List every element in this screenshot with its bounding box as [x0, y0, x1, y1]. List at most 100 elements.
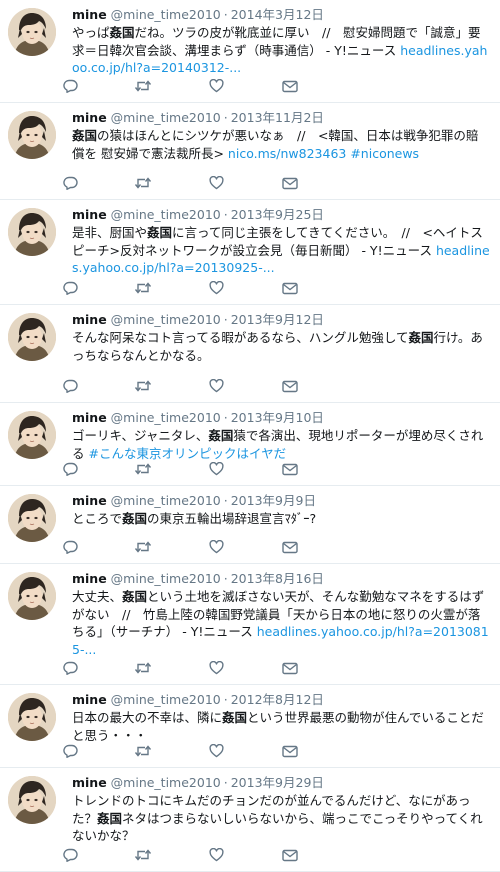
tweet[interactable]: mine @mine_time2010 · 2013年9月9日 ところで姦国の東京五輪…	[0, 486, 500, 564]
display-name[interactable]: mine	[72, 7, 107, 22]
reply-button[interactable]	[60, 539, 80, 555]
direct-message-button[interactable]	[280, 461, 300, 477]
reply-button[interactable]	[60, 78, 80, 94]
display-name[interactable]: mine	[72, 571, 107, 586]
tweet[interactable]: mine @mine_time2010 · 2013年9月12日 そんな阿呆なコト言っ…	[0, 305, 500, 403]
like-button[interactable]	[207, 660, 227, 676]
avatar[interactable]	[8, 693, 56, 741]
tweet[interactable]: mine @mine_time2010 · 2013年8月16日 大丈夫、姦国という土…	[0, 564, 500, 685]
reply-button[interactable]	[60, 461, 80, 477]
highlighted-keyword: 姦国	[109, 25, 135, 40]
direct-message-button[interactable]	[280, 539, 300, 555]
direct-message-button[interactable]	[280, 660, 300, 676]
reply-button[interactable]	[60, 847, 80, 863]
tweet-date[interactable]: 2013年9月12日	[231, 312, 324, 327]
like-button[interactable]	[207, 280, 227, 296]
like-button[interactable]	[207, 175, 227, 191]
tweet-date[interactable]: 2014年3月12日	[231, 7, 324, 22]
heart-icon	[209, 379, 224, 393]
reply-button[interactable]	[60, 660, 80, 676]
retweet-button[interactable]	[133, 847, 153, 863]
tweet-link[interactable]: #こんな東京オリンピックはイヤだ	[88, 446, 286, 461]
tweet-text: そんな阿呆なコト言ってる暇があるなら、ハングル勉強して姦国行け。あっちならなんと…	[72, 329, 490, 364]
avatar[interactable]	[8, 411, 56, 459]
tweet-text-segment: ところで	[72, 511, 123, 526]
tweet-date[interactable]: 2013年9月25日	[231, 207, 324, 222]
user-handle[interactable]: @mine_time2010	[111, 571, 221, 586]
retweet-button[interactable]	[133, 461, 153, 477]
like-button[interactable]	[207, 461, 227, 477]
retweet-button[interactable]	[133, 743, 153, 759]
reply-button[interactable]	[60, 743, 80, 759]
avatar[interactable]	[8, 494, 56, 542]
retweet-button[interactable]	[133, 280, 153, 296]
avatar[interactable]	[8, 776, 56, 824]
avatar[interactable]	[8, 572, 56, 620]
user-handle[interactable]: @mine_time2010	[111, 110, 221, 125]
reply-icon	[62, 744, 78, 758]
display-name[interactable]: mine	[72, 692, 107, 707]
direct-message-button[interactable]	[280, 78, 300, 94]
reply-button[interactable]	[60, 175, 80, 191]
tweet[interactable]: mine @mine_time2010 · 2013年11月2日 姦国の猿はほんとにシ…	[0, 103, 500, 200]
avatar[interactable]	[8, 313, 56, 361]
direct-message-button[interactable]	[280, 280, 300, 296]
reply-button[interactable]	[60, 378, 80, 394]
tweet-text: 姦国の猿はほんとにシツケが悪いなぁ // <韓国、日本は戦争犯罪の賠償を 慰安婦…	[72, 127, 490, 162]
retweet-button[interactable]	[133, 539, 153, 555]
direct-message-button[interactable]	[280, 743, 300, 759]
tweet[interactable]: mine @mine_time2010 · 2012年8月12日 日本の最大の不幸は、…	[0, 685, 500, 768]
tweet[interactable]: mine @mine_time2010 · 2013年9月29日 トレンドのトコにキム…	[0, 768, 500, 872]
heart-icon	[209, 744, 224, 758]
user-handle[interactable]: @mine_time2010	[111, 775, 221, 790]
retweet-button[interactable]	[133, 378, 153, 394]
user-handle[interactable]: @mine_time2010	[111, 312, 221, 327]
separator-dot: ·	[223, 312, 228, 327]
display-name[interactable]: mine	[72, 312, 107, 327]
direct-message-button[interactable]	[280, 847, 300, 863]
avatar[interactable]	[8, 111, 56, 159]
tweet-date[interactable]: 2013年9月29日	[231, 775, 324, 790]
user-handle[interactable]: @mine_time2010	[111, 410, 221, 425]
direct-message-button[interactable]	[280, 378, 300, 394]
tweet-header: mine @mine_time2010 · 2013年9月10日	[72, 409, 490, 427]
avatar[interactable]	[8, 8, 56, 56]
user-handle[interactable]: @mine_time2010	[111, 7, 221, 22]
like-button[interactable]	[207, 847, 227, 863]
direct-message-button[interactable]	[280, 175, 300, 191]
display-name[interactable]: mine	[72, 410, 107, 425]
tweet[interactable]: mine @mine_time2010 · 2013年9月25日 是非、厨国や姦国に言…	[0, 200, 500, 305]
tweet-header: mine @mine_time2010 · 2013年9月12日	[72, 311, 490, 329]
tweet-date[interactable]: 2013年9月10日	[231, 410, 324, 425]
tweet[interactable]: mine @mine_time2010 · 2013年9月10日 ゴーリキ、ジャニタレ…	[0, 403, 500, 486]
tweet[interactable]: mine @mine_time2010 · 2014年3月12日 やっぱ姦国だね。ツラ…	[0, 0, 500, 103]
display-name[interactable]: mine	[72, 775, 107, 790]
avatar[interactable]	[8, 208, 56, 256]
tweet-date[interactable]: 2012年8月12日	[231, 692, 324, 707]
reply-button[interactable]	[60, 280, 80, 296]
retweet-icon	[134, 176, 152, 190]
tweet-date[interactable]: 2013年8月16日	[231, 571, 324, 586]
user-handle[interactable]: @mine_time2010	[111, 207, 221, 222]
display-name[interactable]: mine	[72, 110, 107, 125]
retweet-button[interactable]	[133, 78, 153, 94]
user-handle[interactable]: @mine_time2010	[111, 692, 221, 707]
like-button[interactable]	[207, 78, 227, 94]
like-button[interactable]	[207, 743, 227, 759]
tweet-link[interactable]: nico.ms/nw823463 #niconews	[228, 146, 419, 161]
retweet-button[interactable]	[133, 175, 153, 191]
user-handle[interactable]: @mine_time2010	[111, 493, 221, 508]
reply-icon	[62, 281, 78, 295]
tweet-text-segment: 日本の最大の不幸は、隣に	[72, 710, 223, 725]
tweet-text-segment: ゴーリキ、ジャニタレ、	[72, 428, 209, 443]
envelope-icon	[282, 662, 298, 675]
tweet-date[interactable]: 2013年11月2日	[231, 110, 324, 125]
display-name[interactable]: mine	[72, 493, 107, 508]
retweet-button[interactable]	[133, 660, 153, 676]
like-button[interactable]	[207, 378, 227, 394]
like-button[interactable]	[207, 539, 227, 555]
tweet-date[interactable]: 2013年9月9日	[231, 493, 316, 508]
highlighted-keyword: 姦国	[122, 511, 148, 526]
tweet-text-segment: やっぱ	[72, 25, 110, 40]
display-name[interactable]: mine	[72, 207, 107, 222]
